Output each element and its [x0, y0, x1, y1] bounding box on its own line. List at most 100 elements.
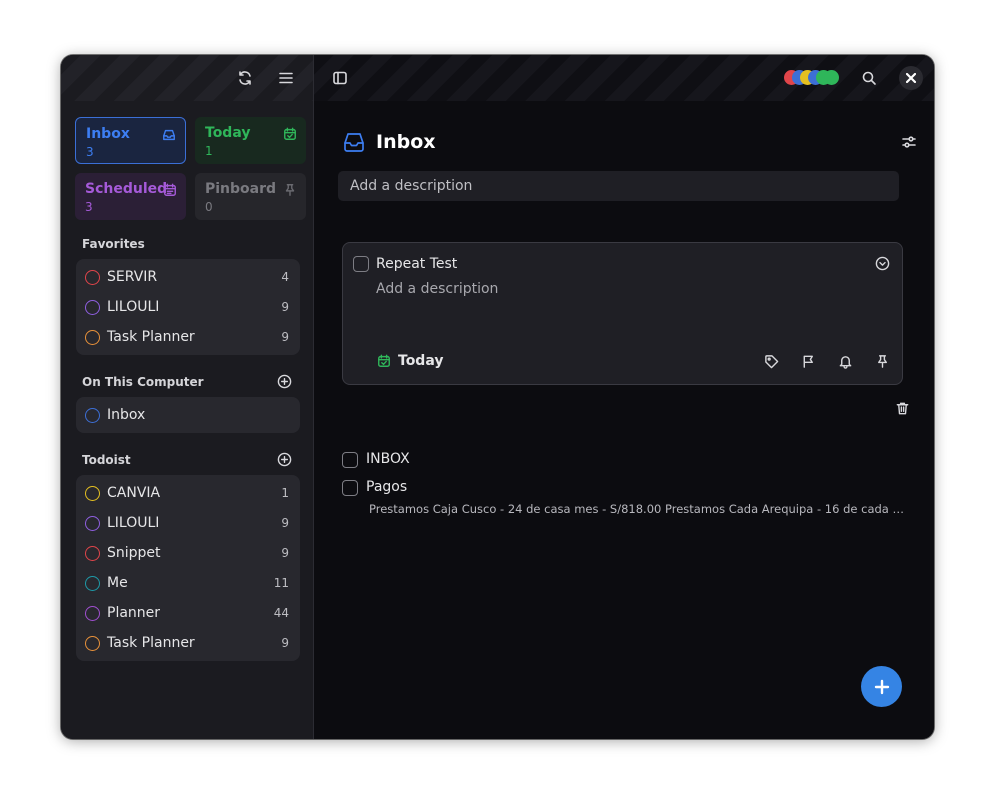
collapse-task-button[interactable] — [875, 256, 891, 272]
project-name: Inbox — [107, 407, 146, 423]
sidebar: Inbox 3 Today 1 Scheduled 3 Pinboard 0 F… — [61, 55, 314, 739]
project-name: Me — [107, 575, 128, 591]
project-count: 9 — [281, 330, 289, 344]
page-title: Inbox — [376, 131, 436, 153]
project-count: 4 — [281, 270, 289, 284]
project-color-dot — [85, 407, 100, 423]
tile-label: Inbox — [86, 126, 130, 142]
project-row[interactable]: LILOULI 9 — [76, 508, 300, 538]
project-name: Task Planner — [107, 329, 195, 345]
search-button[interactable] — [855, 64, 883, 92]
sliders-icon — [902, 136, 916, 148]
inbox-icon — [342, 130, 366, 154]
filter-tile-scheduled[interactable]: Scheduled 3 — [75, 173, 186, 220]
project-row[interactable]: Snippet 9 — [76, 538, 300, 568]
task-description-input[interactable]: Add a description — [376, 281, 498, 297]
project-name: Planner — [107, 605, 161, 621]
task-checkbox[interactable] — [342, 452, 358, 468]
project-row[interactable]: Me 11 — [76, 568, 300, 598]
pin-icon — [877, 354, 887, 368]
sidebar-icon — [333, 71, 347, 85]
priority-button[interactable] — [798, 351, 818, 371]
project-row[interactable]: Planner 44 — [76, 598, 300, 628]
project-color-dot — [85, 485, 100, 501]
section-title-todoist: Todoist — [82, 453, 131, 467]
menu-button[interactable] — [272, 64, 300, 92]
due-date-button[interactable]: Today — [377, 353, 443, 369]
todoist-projects-list: CANVIA 1 LILOULI 9 Snippet 9 Me 11 Plann… — [76, 475, 300, 661]
main-pane: Inbox Repeat Test Add a description — [314, 55, 934, 739]
sync-button[interactable] — [231, 64, 259, 92]
more-horizontal-icon — [934, 401, 935, 416]
avatar — [824, 70, 839, 85]
project-row[interactable]: CANVIA 1 — [76, 478, 300, 508]
project-color-dot — [85, 575, 100, 591]
main-header — [314, 55, 934, 101]
close-button[interactable] — [899, 66, 923, 90]
sync-accounts-avatars[interactable] — [784, 70, 844, 86]
section-title-favorites: Favorites — [82, 237, 145, 251]
plus-icon — [874, 679, 889, 694]
favorites-list: SERVIR 4 LILOULI 9 Task Planner 9 — [76, 259, 300, 355]
tile-label: Today — [205, 125, 251, 141]
project-count: 11 — [273, 576, 289, 590]
project-count: 9 — [281, 636, 289, 650]
plus-circle-icon — [277, 452, 291, 466]
add-task-button[interactable] — [861, 666, 902, 707]
sidebar-header — [61, 55, 313, 101]
add-todoist-project-button[interactable] — [275, 450, 293, 468]
toggle-sidebar-button[interactable] — [326, 64, 354, 92]
tile-label: Pinboard — [205, 181, 277, 197]
task-title: Pagos — [366, 479, 408, 495]
filter-tile-pinboard[interactable]: Pinboard 0 — [195, 173, 306, 220]
task-checkbox[interactable] — [353, 256, 369, 272]
project-count: 9 — [281, 546, 289, 560]
view-options-button[interactable] — [895, 128, 923, 156]
project-name: Snippet — [107, 545, 161, 561]
plus-circle-icon — [277, 374, 291, 388]
delete-task-button[interactable] — [892, 398, 912, 418]
project-row[interactable]: LILOULI 9 — [76, 292, 300, 322]
project-color-dot — [85, 605, 100, 621]
labels-button[interactable] — [761, 351, 781, 371]
tile-count: 3 — [85, 200, 93, 214]
project-count: 1 — [281, 486, 289, 500]
project-count: 9 — [281, 300, 289, 314]
reminder-button[interactable] — [835, 351, 855, 371]
calendar-icon — [164, 183, 176, 196]
search-icon — [862, 71, 876, 85]
project-name: SERVIR — [107, 269, 158, 285]
chevron-down-circle-icon — [875, 256, 890, 271]
add-local-project-button[interactable] — [275, 372, 293, 390]
task-more-button[interactable] — [931, 398, 934, 418]
project-name: CANVIA — [107, 485, 161, 501]
close-icon — [906, 73, 916, 83]
project-color-dot — [85, 545, 100, 561]
local-projects-list: Inbox — [76, 397, 300, 433]
filter-tile-inbox[interactable]: Inbox 3 — [75, 117, 186, 164]
trash-icon — [896, 402, 908, 414]
filter-tile-today[interactable]: Today 1 — [195, 117, 306, 164]
pin-icon — [285, 184, 295, 196]
calendar-check-icon — [378, 354, 390, 367]
project-count: 9 — [281, 516, 289, 530]
project-row[interactable]: Inbox — [76, 400, 300, 430]
project-count: 44 — [273, 606, 289, 620]
tile-label: Scheduled — [85, 181, 168, 197]
project-description-input[interactable] — [338, 171, 899, 201]
task-description: Prestamos Caja Cusco - 24 de casa mes - … — [369, 502, 909, 516]
due-date-label: Today — [398, 353, 444, 369]
tag-icon — [764, 354, 778, 368]
task-title[interactable]: Repeat Test — [376, 256, 457, 272]
app-window: Inbox 3 Today 1 Scheduled 3 Pinboard 0 F… — [61, 55, 934, 739]
task-card-expanded: Repeat Test Add a description Today — [342, 242, 903, 385]
project-row[interactable]: SERVIR 4 — [76, 262, 300, 292]
calendar-check-icon — [284, 127, 296, 140]
inbox-icon — [163, 129, 175, 141]
task-checkbox[interactable] — [342, 480, 358, 496]
pin-button[interactable] — [872, 351, 892, 371]
project-color-dot — [85, 269, 100, 285]
project-color-dot — [85, 635, 100, 651]
project-row[interactable]: Task Planner 9 — [76, 322, 300, 352]
project-row[interactable]: Task Planner 9 — [76, 628, 300, 658]
